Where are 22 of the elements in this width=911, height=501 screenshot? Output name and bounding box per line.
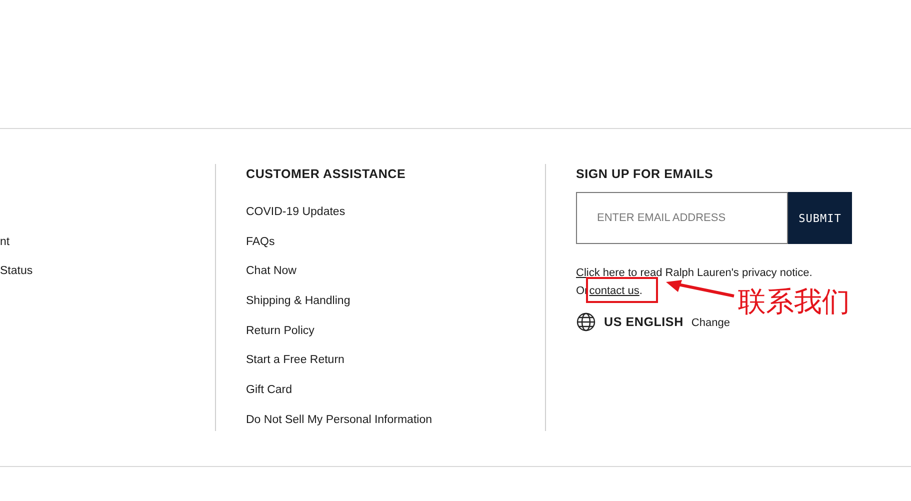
column-heading: CUSTOMER ASSISTANCE xyxy=(246,166,407,183)
language-label: US ENGLISH xyxy=(604,315,684,329)
column-heading: SIGN UP FOR EMAILS xyxy=(576,166,714,183)
globe-icon xyxy=(576,312,596,332)
footer-link[interactable]: Shipping & Handling xyxy=(246,293,350,310)
contact-link[interactable]: contact us xyxy=(589,285,640,297)
annotation-text: 联系我们 xyxy=(738,286,850,318)
footer-link[interactable]: Status xyxy=(0,263,33,280)
footer-link[interactable]: COVID-19 Updates xyxy=(246,204,346,220)
privacy-link[interactable]: Click here xyxy=(576,267,625,279)
footer-link[interactable]: Do Not Sell My Personal Information xyxy=(246,412,432,428)
footer-link[interactable]: Chat Now xyxy=(246,263,296,280)
period-text: . xyxy=(639,285,642,297)
footer-link[interactable]: Return Policy xyxy=(246,322,314,339)
footer-link[interactable]: FAQs xyxy=(246,234,275,250)
email-field[interactable]: ENTER EMAIL ADDRESS xyxy=(576,192,788,244)
change-link[interactable]: Change xyxy=(691,317,730,329)
footer-link[interactable]: Start a Free Return xyxy=(246,352,344,368)
footer-link[interactable]: nt xyxy=(0,234,10,250)
submit-button[interactable]: SUBMIT xyxy=(788,192,852,244)
privacy-text: to read Ralph Lauren's privacy notice. xyxy=(626,267,812,279)
footer-link[interactable]: Gift Card xyxy=(246,382,292,398)
